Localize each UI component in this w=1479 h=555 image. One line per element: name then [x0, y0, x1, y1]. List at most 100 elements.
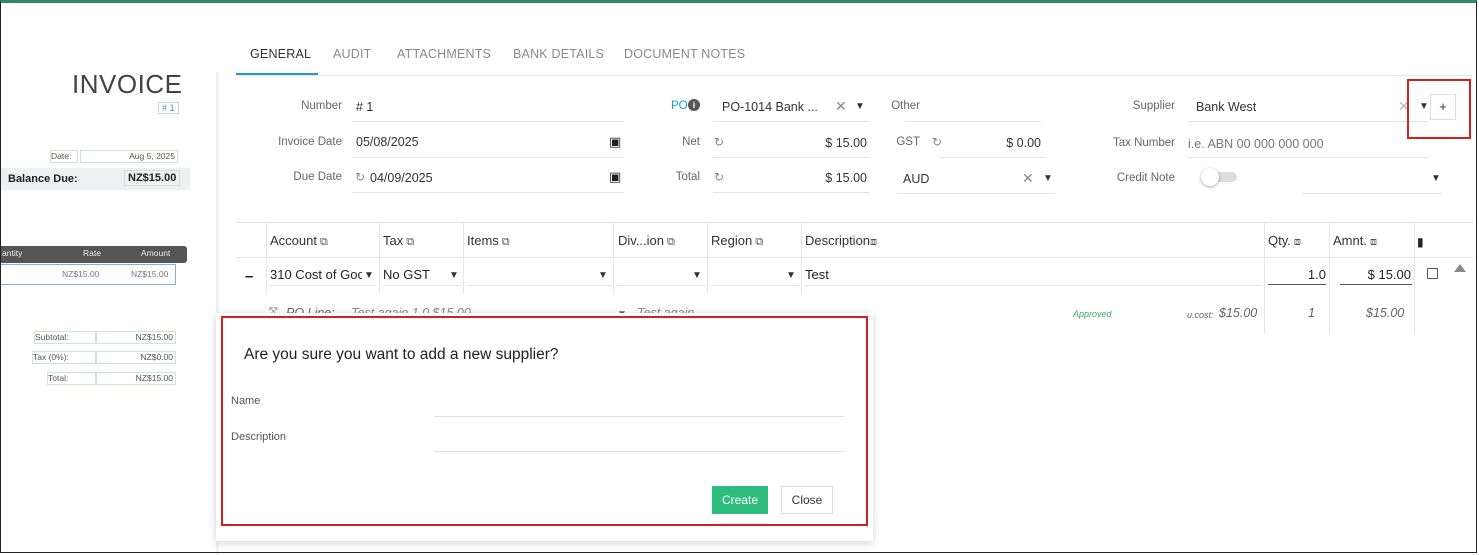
grid-header-division[interactable]: Div...ion ⧉	[618, 233, 675, 249]
grid-col-divider	[1414, 222, 1415, 334]
po-underline	[713, 121, 870, 122]
clear-icon[interactable]: ✕	[835, 98, 847, 115]
row-underline	[617, 285, 705, 286]
highlight-box-add-supplier	[1407, 79, 1471, 139]
row-amount-field[interactable]: $ 15.00	[1333, 267, 1411, 282]
due-date-field[interactable]: 04/09/2025	[370, 171, 433, 185]
preview-title: INVOICE	[72, 69, 183, 99]
row-description-field[interactable]: Test	[805, 267, 829, 282]
sync-icon[interactable]: ↻	[714, 135, 724, 149]
tab-document-notes[interactable]: DOCUMENT NOTES	[624, 47, 745, 61]
row-qty-field[interactable]: 1.0	[1268, 267, 1326, 282]
grid-col-divider	[1329, 222, 1330, 334]
currency-select[interactable]: AUD	[903, 172, 929, 186]
expand-icon[interactable]: ⧈	[1370, 236, 1377, 248]
preview-tax-label: Tax (0%):	[32, 351, 96, 364]
chevron-down-icon[interactable]: ▼	[786, 270, 796, 281]
highlight-box-dialog	[221, 316, 868, 526]
tax-number-underline	[1188, 157, 1428, 158]
collapse-row-icon[interactable]: –	[245, 268, 253, 285]
chevron-down-icon[interactable]: ▼	[364, 270, 374, 281]
grid-header-label: Region	[711, 233, 753, 248]
preview-balance-label: Balance Due:	[8, 173, 78, 185]
chevron-down-icon[interactable]: ▼	[692, 270, 702, 281]
tax-number-label: Tax Number	[1113, 137, 1175, 149]
preview-col-amount: Amount	[141, 248, 171, 258]
gst-field[interactable]: $ 0.00	[950, 136, 1041, 150]
grid-header-account[interactable]: Account ⧉	[270, 233, 328, 249]
chevron-down-icon[interactable]: ▼	[1043, 173, 1053, 184]
tax-number-field[interactable]: i.e. ABN 00 000 000 000	[1188, 137, 1324, 151]
grid-header-tax[interactable]: Tax ⧉	[383, 233, 414, 249]
credit-note-toggle[interactable]	[1201, 168, 1237, 186]
copy-icon[interactable]: ⧉	[406, 236, 414, 248]
copy-icon[interactable]: ⧉	[755, 236, 763, 248]
gst-underline	[940, 157, 1046, 158]
row-select-checkbox[interactable]	[1427, 268, 1438, 279]
po-select[interactable]: PO-1014 Bank ...	[722, 100, 818, 114]
ucost-label: u.cost:	[1187, 310, 1214, 320]
po-label[interactable]: PO	[671, 100, 688, 112]
grid-col-divider	[266, 222, 267, 294]
copy-icon[interactable]: ⧉	[320, 236, 328, 248]
grid-header-region[interactable]: Region ⧉	[711, 233, 763, 249]
grid-header-items[interactable]: Items ⧉	[467, 233, 510, 249]
number-field[interactable]: # 1	[356, 100, 373, 114]
po-line-qty: 1	[1308, 306, 1315, 320]
preview-subtotal-value: NZ$15.00	[96, 331, 176, 344]
info-icon[interactable]: i	[688, 99, 700, 111]
net-label: Net	[682, 136, 700, 148]
tab-general[interactable]: GENERAL	[250, 47, 311, 61]
row-underline	[270, 285, 376, 286]
preview-number: # 1	[158, 102, 179, 114]
row-underline	[1340, 284, 1412, 285]
chevron-down-icon[interactable]: ▼	[598, 270, 608, 281]
sync-icon[interactable]: ↻	[714, 170, 724, 184]
other-underline	[905, 121, 1041, 122]
calendar-icon[interactable]: ▣	[609, 134, 621, 150]
preview-balance-value: NZ$15.00	[124, 170, 181, 186]
gst-label: GST	[896, 136, 920, 148]
chevron-down-icon[interactable]: ▼	[855, 101, 865, 112]
total-underline	[713, 192, 870, 193]
row-tax-select[interactable]: No GST	[383, 267, 430, 282]
chevron-down-icon[interactable]: ▼	[1431, 173, 1441, 184]
row-account-select[interactable]: 310 Cost of Goo	[270, 267, 362, 282]
active-tab-indicator	[236, 73, 318, 75]
copy-icon[interactable]: ⧉	[667, 236, 675, 248]
total-field[interactable]: $ 15.00	[760, 171, 867, 185]
tab-bank-details[interactable]: BANK DETAILS	[513, 47, 604, 61]
expand-icon[interactable]: ⧈	[870, 236, 877, 248]
sync-icon[interactable]: ↻	[932, 135, 942, 149]
total-label: Total	[675, 171, 700, 183]
tab-attachments[interactable]: ATTACHMENTS	[397, 47, 491, 61]
preview-date-label: Date:	[50, 150, 78, 163]
clear-icon[interactable]: ✕	[1022, 170, 1034, 187]
invoice-date-field[interactable]: 05/08/2025	[356, 135, 419, 149]
copy-icon[interactable]: ⧉	[502, 236, 510, 248]
trash-icon[interactable]: ▮	[1417, 235, 1424, 249]
grid-header-qty[interactable]: Qty. ⧈	[1268, 233, 1301, 249]
expand-icon[interactable]: ⧈	[1294, 236, 1301, 248]
grid-header-label: Items	[467, 233, 499, 248]
calendar-icon[interactable]: ▣	[609, 169, 621, 185]
supplier-label: Supplier	[1132, 100, 1175, 112]
currency-underline	[897, 193, 1055, 194]
grid-col-divider	[463, 222, 464, 294]
preview-row-amount: NZ$15.00	[131, 269, 169, 279]
grid-col-divider	[1264, 222, 1265, 334]
supplier-underline	[1188, 121, 1428, 122]
tab-audit[interactable]: AUDIT	[333, 47, 372, 61]
grid-col-divider	[379, 222, 380, 294]
supplier-select[interactable]: Bank West	[1196, 100, 1256, 114]
sync-icon[interactable]: ↻	[355, 170, 365, 184]
invoice-date-underline	[352, 157, 624, 158]
grid-col-divider	[801, 222, 802, 294]
net-field[interactable]: $ 15.00	[760, 136, 867, 150]
grid-header-label: Account	[270, 233, 317, 248]
grid-header-label: Div...ion	[618, 233, 664, 248]
grid-header-description[interactable]: Description⧈	[805, 233, 877, 249]
chevron-down-icon[interactable]: ▼	[449, 270, 459, 281]
scroll-up-icon[interactable]	[1454, 264, 1466, 272]
grid-header-amount[interactable]: Amnt. ⧈	[1333, 233, 1377, 249]
